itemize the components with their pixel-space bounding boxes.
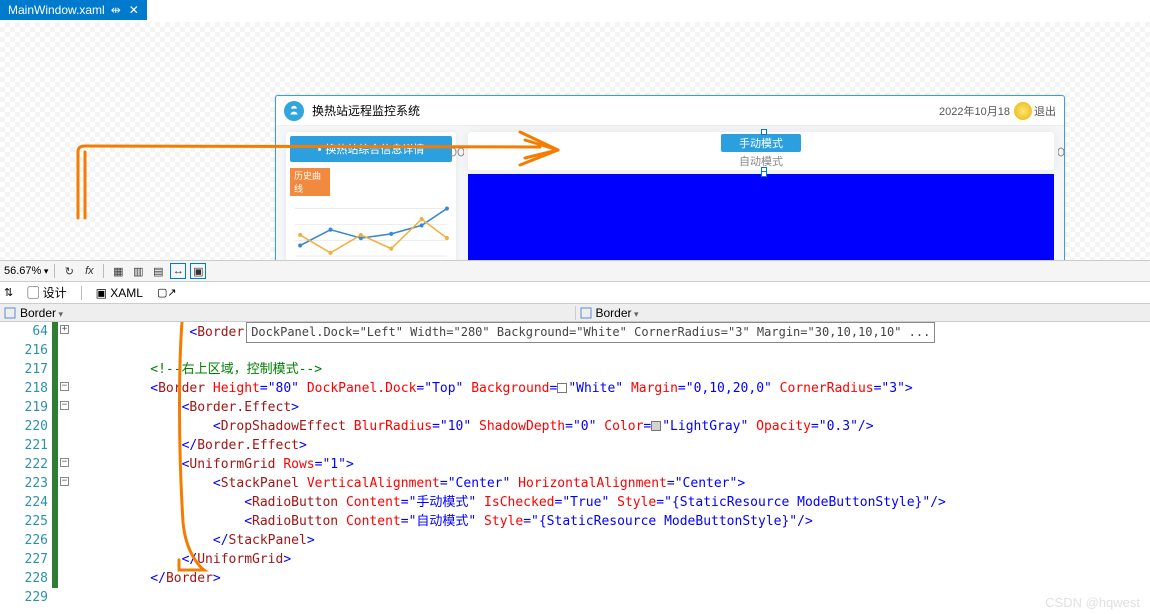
fold-collapse-icon[interactable]: − (60, 382, 69, 391)
right-card: 手动模式 自动模式 (468, 132, 1054, 279)
date-label: 2022年10月18 (939, 103, 1010, 119)
swap-icon[interactable]: ⇅ (4, 286, 13, 299)
fold-collapse-icon[interactable]: − (60, 458, 69, 467)
collapsed-attributes[interactable]: DockPanel.Dock="Left" Width="280" Backgr… (246, 322, 935, 343)
fold-collapse-icon[interactable]: − (60, 477, 69, 486)
watermark: CSDN @hqwest (1045, 595, 1140, 610)
popout-icon[interactable]: ▢↗ (157, 286, 177, 299)
breadcrumb-left[interactable]: Border (20, 306, 63, 320)
preview-window[interactable]: 换热站远程监控系统 2022年10月18 退出 换热站综合信息详情 历史曲线 (275, 95, 1065, 280)
code-editor[interactable]: 64216217 218219220 221222223 224225226 2… (0, 322, 1150, 614)
design-tab[interactable]: ▢ 设计 (21, 283, 72, 302)
app-title: 换热站远程监控系统 (312, 102, 420, 119)
snap-icon[interactable]: ▥ (130, 263, 146, 279)
fx-icon[interactable]: fx (81, 263, 97, 279)
zoom-dropdown[interactable]: 56.67% (4, 265, 48, 277)
guides-icon[interactable]: ▤ (150, 263, 166, 279)
mode-bar: 手动模式 自动模式 (468, 132, 1054, 170)
manual-mode-radio[interactable]: 手动模式 (721, 134, 801, 152)
design-xaml-tabs: ⇅ ▢ 设计 ▣ XAML ▢↗ (0, 282, 1150, 304)
code-body[interactable]: <BorderDockPanel.Dock="Left" Width="280"… (72, 322, 1150, 614)
fold-column[interactable]: + − − − − (58, 322, 72, 614)
preview-titlebar: 换热站远程监控系统 2022年10月18 退出 (276, 96, 1064, 126)
bulb-icon[interactable] (1014, 102, 1032, 120)
fold-collapse-icon[interactable]: − (60, 401, 69, 410)
left-card-tab[interactable]: 换热站综合信息详情 (290, 136, 452, 162)
border-icon (580, 307, 592, 319)
designer-surface[interactable]: 换热站远程监控系统 2022年10月18 退出 换热站综合信息详情 历史曲线 (0, 22, 1150, 282)
logout-label[interactable]: 退出 (1034, 103, 1056, 119)
layers-icon[interactable]: ▣ (190, 263, 206, 279)
chain-icon (450, 146, 464, 156)
designer-toolbar: 56.67% ↻ fx ▦ ▥ ▤ ↔ ▣ (0, 260, 1150, 282)
line-gutter: 64216217 218219220 221222223 224225226 2… (0, 322, 52, 614)
breadcrumb-right[interactable]: Border (596, 306, 639, 320)
file-tab-title: MainWindow.xaml (8, 3, 105, 17)
border-icon (4, 307, 16, 319)
grid-icon[interactable]: ▦ (110, 263, 126, 279)
history-header: 历史曲线 (290, 168, 330, 196)
arrow-tool-icon[interactable]: ↔ (170, 263, 186, 279)
fold-expand-icon[interactable]: + (60, 325, 69, 334)
breadcrumb: Border Border (0, 304, 1150, 322)
mode-stack[interactable]: 手动模式 自动模式 (721, 134, 801, 169)
refresh-icon[interactable]: ↻ (61, 263, 77, 279)
pin-icon[interactable]: ⇹ (111, 3, 121, 17)
xaml-tab[interactable]: ▣ XAML (90, 285, 149, 301)
close-icon[interactable]: ✕ (129, 3, 139, 17)
left-info-card: 换热站综合信息详情 历史曲线 周一周二周三 (286, 132, 456, 279)
chain-icon (1058, 146, 1065, 156)
app-logo-icon (284, 101, 304, 121)
file-tab[interactable]: MainWindow.xaml ⇹ ✕ (0, 0, 147, 20)
